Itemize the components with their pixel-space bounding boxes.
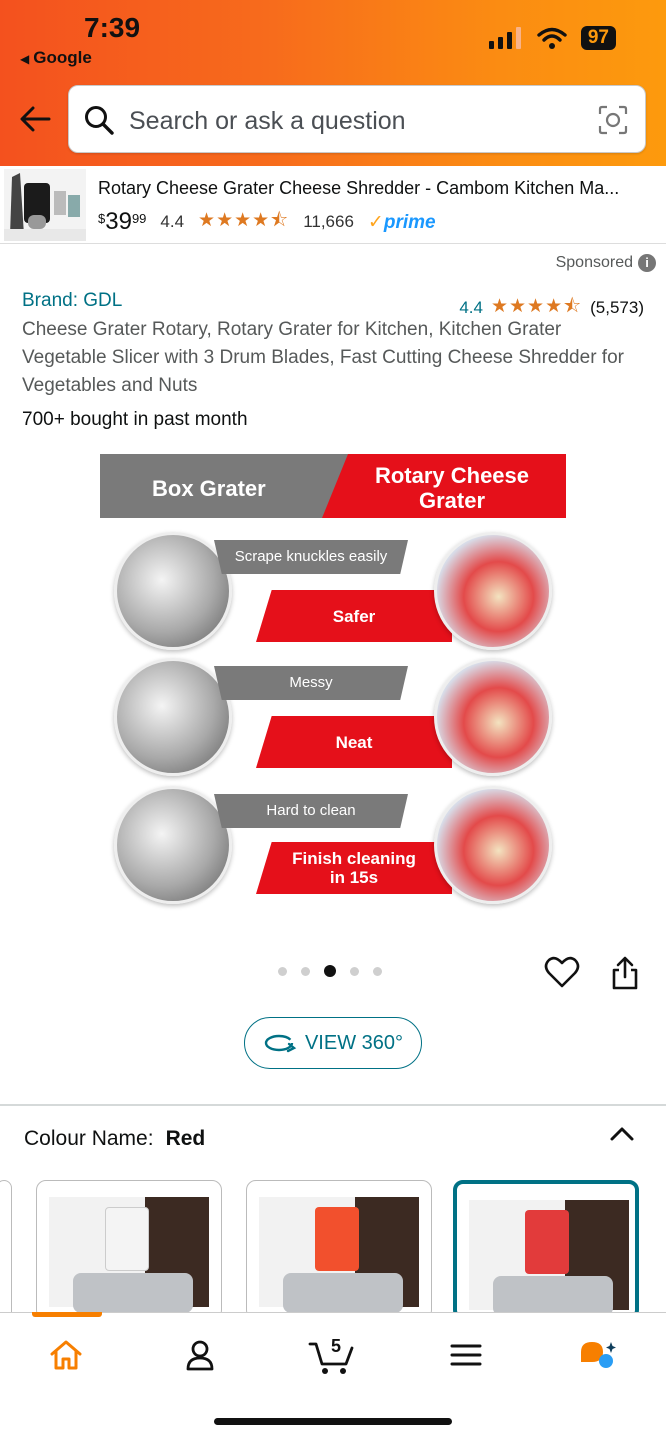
info-icon: i [638,254,656,272]
sticky-product-strip[interactable]: Rotary Cheese Grater Cheese Shredder - C… [0,166,666,244]
chevron-up-icon[interactable] [608,1124,636,1144]
swatch-partial[interactable] [0,1180,12,1320]
colour-selector-heading: Colour Name: Red [24,1127,205,1151]
listing-review-count: (5,573) [590,298,644,317]
con-label: Hard to clean [214,794,408,828]
rating-value: 4.4 [160,212,185,231]
rotary-grater-photo [434,532,552,650]
price: $3999 [98,208,147,235]
carousel-dot[interactable] [324,965,336,977]
home-icon [50,1340,82,1370]
sticky-product-meta: $3999 4.4 ★★★★⯪ 11,666 ✓prime [98,206,436,238]
signal-icon [488,27,521,49]
prime-badge: ✓prime [367,211,436,233]
star-rating-icon: ★★★★⯪ [198,210,290,231]
rotary-grater-photo [434,658,552,776]
battery-indicator: 97 [580,26,616,50]
rotary-grater-photo [434,786,552,904]
tab-account[interactable] [168,1333,232,1377]
box-grater-heading: Box Grater [152,476,266,501]
menu-icon [450,1344,482,1366]
search-placeholder: Search or ask a question [129,107,406,135]
share-icon[interactable] [610,955,640,991]
home-indicator [214,1418,452,1425]
back-triangle-icon: ◀ [20,52,30,66]
con-label: Scrape knuckles easily [214,540,408,574]
box-grater-photo [114,532,232,650]
search-icon [85,106,114,135]
product-image[interactable]: Box Grater Rotary Cheese Grater Scrape k… [98,452,568,907]
rotary-grater-heading: Rotary Cheese Grater [374,463,530,513]
search-bar[interactable]: Search or ask a question [68,85,646,153]
sticky-product-title: Rotary Cheese Grater Cheese Shredder - C… [98,178,620,198]
product-title: Cheese Grater Rotary, Rotary Grater for … [22,319,624,396]
back-app-label: Google [33,48,92,67]
bought-count: 700+ bought in past month [22,409,248,430]
colour-label: Colour Name: [24,1127,154,1150]
review-count: 11,666 [303,212,354,231]
section-divider [0,1104,666,1106]
sponsored-label[interactable]: Sponsored i [556,254,656,272]
view-360-button[interactable]: VIEW 360° [244,1017,422,1069]
heart-icon[interactable] [544,955,580,989]
wifi-icon [537,27,567,49]
carousel-dot[interactable] [301,966,310,976]
tab-rufus[interactable] [566,1333,630,1377]
cart-count: 5 [331,1336,341,1356]
colour-value: Red [165,1127,206,1150]
status-time: 7:39 [84,12,141,43]
view-360-label: VIEW 360° [304,1031,404,1054]
back-arrow-icon[interactable] [18,102,52,136]
carousel-dot[interactable] [373,966,382,976]
account-icon [186,1340,214,1371]
colour-swatch-orange[interactable] [246,1180,432,1320]
box-grater-photo [114,658,232,776]
brand-link[interactable]: Brand: GDL [22,290,122,312]
top-header: 7:39 ◀ Google 97 Search or ask a question [0,0,666,166]
tab-cart[interactable]: 5 [300,1333,364,1377]
carousel-dot[interactable] [278,966,287,976]
con-label: Messy [214,666,408,700]
colour-swatch-red[interactable] [453,1180,639,1320]
status-icons: 97 [488,26,616,50]
tab-menu[interactable] [434,1333,498,1377]
pro-label: Finish cleaning in 15s [256,842,452,894]
carousel-dot[interactable] [350,966,359,976]
carousel-dots[interactable] [278,965,382,977]
comparison-header: Box Grater Rotary Cheese Grater [100,454,566,518]
pro-label: Neat [256,716,452,768]
rotate-360-icon [264,1034,297,1053]
listing-rating-value: 4.4 [459,298,483,317]
pro-label: Safer [256,590,452,642]
colour-swatch-white[interactable] [36,1180,222,1320]
box-grater-photo [114,786,232,904]
cart-icon: 5 [308,1336,354,1374]
tab-home[interactable] [34,1333,98,1377]
back-to-app-link[interactable]: ◀ Google [20,48,92,68]
active-tab-indicator [32,1312,102,1317]
rufus-icon [581,1342,616,1368]
product-thumbnail [4,169,86,241]
camera-search-icon[interactable] [597,104,629,136]
